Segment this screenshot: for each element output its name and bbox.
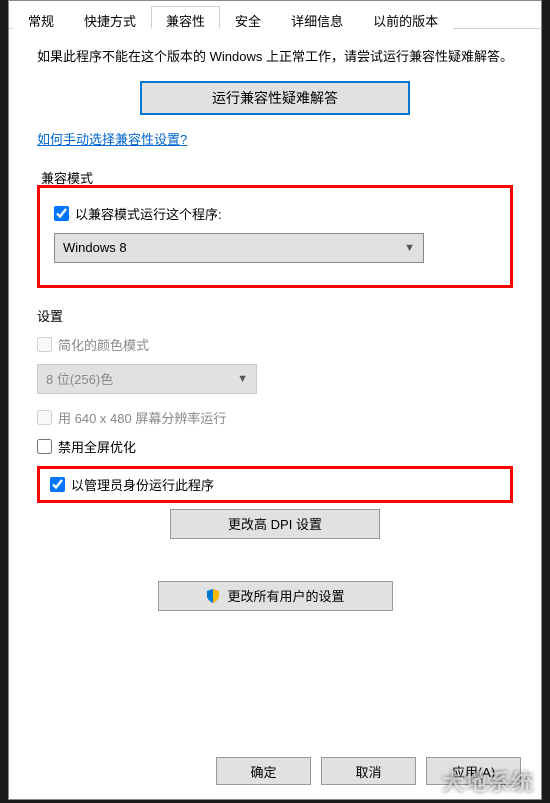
reduced-color-label: 简化的颜色模式 [58,335,149,354]
disable-fullscreen-label: 禁用全屏优化 [58,437,136,456]
tab-shortcut[interactable]: 快捷方式 [69,6,151,29]
properties-dialog: 常规 快捷方式 兼容性 安全 详细信息 以前的版本 如果此程序不能在这个版本的 … [8,0,542,800]
ok-button[interactable]: 确定 [216,757,311,785]
change-dpi-button[interactable]: 更改高 DPI 设置 [170,509,380,539]
run-admin-label: 以管理员身份运行此程序 [71,475,214,494]
compatibility-description: 如果此程序不能在这个版本的 Windows 上正常工作，请尝试运行兼容性疑难解答… [37,47,513,67]
run-troubleshooter-button[interactable]: 运行兼容性疑难解答 [140,81,410,115]
tab-content: 如果此程序不能在这个版本的 Windows 上正常工作，请尝试运行兼容性疑难解答… [9,29,541,621]
chevron-down-icon: ▼ [237,373,248,385]
disable-fullscreen-row[interactable]: 禁用全屏优化 [37,437,513,456]
compat-mode-label: 以兼容模式运行这个程序: [75,204,222,223]
compat-mode-checkbox-row[interactable]: 以兼容模式运行这个程序: [54,204,496,223]
tab-general[interactable]: 常规 [13,6,69,29]
compat-mode-select[interactable]: Windows 8 ▼ [54,233,424,263]
apply-button[interactable]: 应用(A) [426,757,521,785]
compatibility-mode-group: 兼容模式 以兼容模式运行这个程序: Windows 8 ▼ [37,168,513,288]
reduced-color-checkbox[interactable] [37,337,52,352]
tab-security[interactable]: 安全 [220,6,276,29]
low-res-row[interactable]: 用 640 x 480 屏幕分辨率运行 [37,408,513,427]
run-admin-row[interactable]: 以管理员身份运行此程序 [50,475,500,494]
run-admin-checkbox[interactable] [50,477,65,492]
settings-group: 设置 简化的颜色模式 8 位(256)色 ▼ 用 640 x 480 屏幕分辨率… [37,306,513,539]
change-all-users-button[interactable]: 更改所有用户的设置 [158,581,393,611]
compat-mode-selected-value: Windows 8 [63,240,127,255]
low-res-checkbox[interactable] [37,410,52,425]
low-res-label: 用 640 x 480 屏幕分辨率运行 [58,408,226,427]
cancel-button[interactable]: 取消 [321,757,416,785]
tab-bar: 常规 快捷方式 兼容性 安全 详细信息 以前的版本 [9,1,541,29]
tab-details[interactable]: 详细信息 [276,6,358,29]
tab-previous-versions[interactable]: 以前的版本 [358,6,453,29]
reduced-color-row[interactable]: 简化的颜色模式 [37,335,513,354]
dialog-footer: 确定 取消 应用(A) [216,757,521,785]
change-all-users-label: 更改所有用户的设置 [227,586,344,605]
compat-mode-checkbox[interactable] [54,206,69,221]
highlight-compat-mode: 以兼容模式运行这个程序: Windows 8 ▼ [37,185,513,288]
color-depth-select: 8 位(256)色 ▼ [37,364,257,394]
tab-compatibility[interactable]: 兼容性 [151,6,220,29]
shield-icon [205,588,221,604]
highlight-run-admin: 以管理员身份运行此程序 [37,466,513,503]
disable-fullscreen-checkbox[interactable] [37,439,52,454]
manual-settings-link[interactable]: 如何手动选择兼容性设置? [37,129,187,148]
color-depth-value: 8 位(256)色 [46,369,113,388]
chevron-down-icon: ▼ [404,242,415,254]
settings-title: 设置 [37,306,513,325]
